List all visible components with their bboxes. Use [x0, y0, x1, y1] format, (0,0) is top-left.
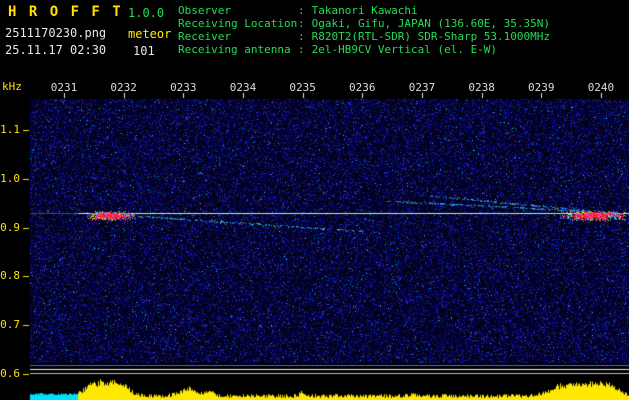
station-info-block: Observer: Takanori Kawachi Receiving Loca…	[178, 4, 550, 56]
info-value: Ogaki, Gifu, JAPAN (136.60E, 35.35N)	[311, 17, 551, 30]
app-title: H R O F F T	[8, 4, 123, 20]
time-tick-label: 0240	[587, 81, 615, 94]
info-row-receiver: Receiver: R820T2(RTL-SDR) SDR-Sharp 53.10…	[178, 30, 550, 43]
time-tick-label: 0231	[50, 81, 78, 94]
echo-count: 101	[133, 44, 155, 58]
info-label: Receiving antenna	[178, 43, 291, 56]
time-tick-label: 0239	[528, 81, 555, 94]
info-separator: :	[298, 17, 305, 30]
freq-tick-label: 0.8	[0, 269, 20, 283]
freq-tick-label: 0.9	[0, 220, 20, 234]
output-filename: 2511170230.png	[5, 26, 107, 40]
freq-tick-label: 1.0	[0, 171, 20, 185]
freq-tick-label: 1.1	[0, 123, 20, 136]
info-row-location: Receiving Location: Ogaki, Gifu, JAPAN (1…	[178, 17, 550, 30]
freq-tick-label: 0.7	[0, 318, 20, 332]
y-axis-unit-label: kHz	[2, 80, 22, 93]
time-tick-label: 0237	[408, 81, 436, 94]
mode-label: meteor	[128, 27, 172, 41]
time-tick-label: 0234	[229, 81, 257, 94]
app-version: 1.0.0	[128, 6, 165, 20]
info-value: R820T2(RTL-SDR) SDR-Sharp 53.1000MHz	[311, 30, 551, 43]
time-tick-label: 0238	[468, 81, 495, 94]
freq-tick-label: 0.6	[0, 367, 20, 380]
info-label: Observer	[178, 4, 231, 17]
time-tick-label: 0236	[349, 81, 376, 94]
info-label: Receiving Location	[178, 17, 298, 30]
info-value: 2el-HB9CV Vertical (el. E-W)	[311, 43, 498, 56]
spectrogram-canvas	[0, 0, 629, 400]
info-row-observer: Observer: Takanori Kawachi	[178, 4, 550, 17]
info-value: Takanori Kawachi	[311, 4, 418, 17]
info-separator: :	[298, 30, 305, 43]
info-separator: :	[298, 4, 305, 17]
info-row-antenna: Receiving antenna:2el-HB9CV Vertical (el…	[178, 43, 550, 56]
time-tick-label: 0233	[170, 81, 197, 94]
info-label: Receiver	[178, 30, 231, 43]
hrofft-spectrogram-screen: H R O F F T 1.0.0 2511170230.png meteor …	[0, 0, 629, 400]
info-separator: :	[298, 43, 305, 56]
timestamp-label: 25.11.17 02:30	[5, 43, 107, 57]
time-tick-label: 0235	[289, 81, 316, 94]
time-tick-label: 0232	[110, 81, 137, 94]
